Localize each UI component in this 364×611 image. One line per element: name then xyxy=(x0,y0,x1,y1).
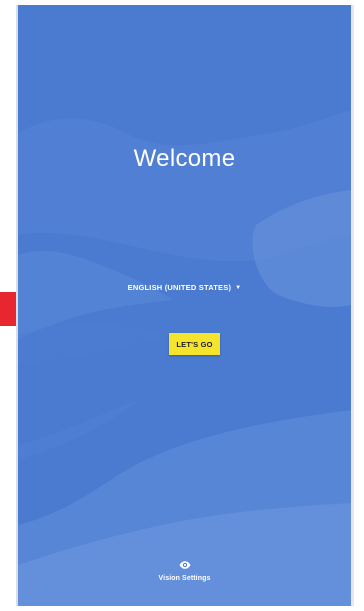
edge-marker xyxy=(0,292,16,326)
background-waves xyxy=(18,5,351,606)
lets-go-button[interactable]: LET'S GO xyxy=(169,333,220,355)
language-selector-label: ENGLISH (UNITED STATES) xyxy=(127,283,232,292)
language-selector[interactable]: ENGLISH (UNITED STATES) ▼ xyxy=(18,283,351,292)
eye-icon xyxy=(179,561,190,569)
dropdown-caret-icon: ▼ xyxy=(235,285,242,291)
welcome-title: Welcome xyxy=(133,145,236,172)
setup-welcome-screen: Welcome ENGLISH (UNITED STATES) ▼ LET'S G… xyxy=(16,5,354,606)
vision-settings-button[interactable]: Vision Settings xyxy=(18,561,351,582)
vision-settings-label: Vision Settings xyxy=(158,575,211,582)
screenshot-page: Welcome ENGLISH (UNITED STATES) ▼ LET'S G… xyxy=(0,0,364,611)
